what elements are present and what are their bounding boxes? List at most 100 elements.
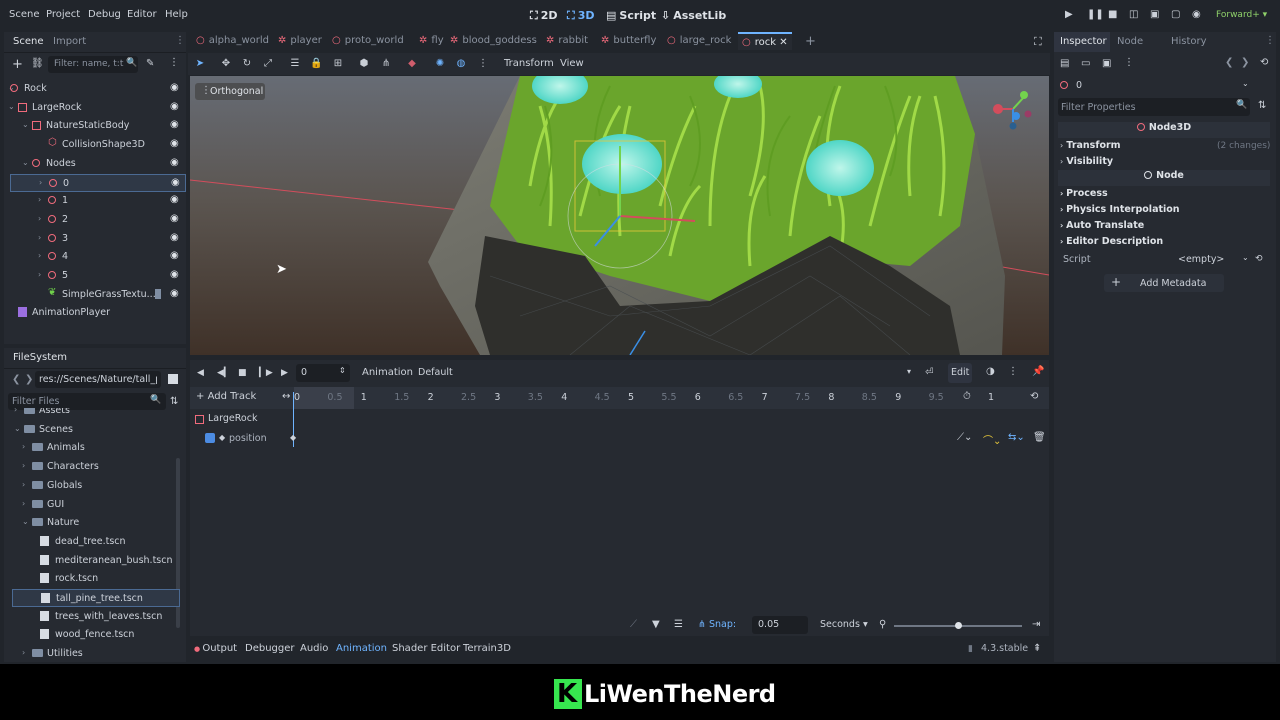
visibility-eye-icon[interactable]: ◉ bbox=[170, 288, 179, 299]
transform-menu[interactable]: Transform bbox=[504, 58, 554, 69]
folder-item[interactable]: › Globals bbox=[12, 477, 180, 495]
file-item[interactable]: wood_fence.tscn bbox=[12, 626, 180, 644]
chevron-icon[interactable]: ⌄ bbox=[8, 102, 15, 111]
snap-toggle[interactable]: ⋔ Snap: bbox=[698, 619, 736, 630]
unit-select[interactable]: Seconds ▾ bbox=[820, 619, 868, 630]
folder-item[interactable]: › Utilities bbox=[12, 645, 180, 660]
folder-item[interactable]: › Assets bbox=[12, 408, 180, 420]
chevron-icon[interactable]: › bbox=[22, 499, 25, 508]
scene-tree-item[interactable]: › 2 ◉ bbox=[10, 211, 186, 229]
back-icon[interactable]: ❮ bbox=[12, 374, 20, 385]
close-icon[interactable]: ✕ bbox=[776, 37, 787, 48]
section-transform[interactable]: › Transform (2 changes) bbox=[1060, 140, 1272, 154]
scene-tab[interactable]: ✲ fly bbox=[419, 35, 444, 53]
chevron-icon[interactable]: › bbox=[22, 648, 25, 657]
animation-length[interactable]: 1 bbox=[988, 392, 994, 403]
animation-select[interactable]: Default ▾ bbox=[413, 364, 917, 382]
workspace-3d[interactable]: ⛶ 3D bbox=[567, 9, 595, 23]
scene-tree-item[interactable]: › 0 ◉ bbox=[10, 173, 186, 192]
play-start-icon[interactable]: ▎▶ bbox=[259, 368, 273, 378]
bottom-tab-debugger[interactable]: Debugger bbox=[245, 643, 295, 654]
renderer-select[interactable]: Forward+ ▾ bbox=[1216, 10, 1267, 20]
scene-tree-item[interactable]: AnimationPlayer bbox=[10, 304, 186, 322]
scene-tab[interactable]: ○ proto_world bbox=[332, 35, 404, 53]
visibility-eye-icon[interactable]: ◉ bbox=[171, 177, 180, 188]
chevron-icon[interactable]: ⌄ bbox=[22, 517, 29, 526]
scene-tree-item[interactable]: ⌄ Nodes ◉ bbox=[10, 155, 186, 173]
script-value-field[interactable]: <empty> ⌄ bbox=[1172, 251, 1250, 268]
loop-icon[interactable]: ⟲ bbox=[1030, 391, 1038, 402]
update-mode-icon[interactable]: ⌒⌄ bbox=[983, 432, 1001, 447]
file-item[interactable]: mediteranean_bush.tscn bbox=[12, 552, 180, 570]
scene-tree-item[interactable]: ⌄ NatureStaticBody ◉ bbox=[10, 117, 186, 135]
frame-spinbox[interactable]: 0 ⇕ bbox=[296, 364, 350, 382]
tab-node[interactable]: Node bbox=[1117, 36, 1143, 47]
history-back-icon[interactable]: ❮ bbox=[1225, 57, 1233, 68]
bottom-tab-animation[interactable]: Animation bbox=[336, 643, 387, 654]
bottom-panel-pin-icon[interactable]: ⇞ bbox=[1033, 643, 1041, 654]
snap-value-field[interactable]: 0.05 bbox=[752, 616, 808, 634]
revert-script-icon[interactable]: ⟲ bbox=[1255, 254, 1263, 264]
chevron-icon[interactable]: › bbox=[22, 480, 25, 489]
scene-tab[interactable]: ○ alpha_world bbox=[196, 35, 269, 53]
workspace-assetlib[interactable]: ⇩ AssetLib bbox=[661, 9, 726, 22]
movie-maker-icon[interactable]: ◉ bbox=[1192, 9, 1201, 20]
onion-skin-icon[interactable]: ◑ bbox=[986, 366, 995, 377]
select-tool-icon[interactable]: ➤ bbox=[194, 58, 206, 70]
inspector-settings-icon[interactable]: ⇅ bbox=[1258, 100, 1266, 111]
inspector-dock-menu-icon[interactable]: ⋮ bbox=[1265, 35, 1275, 46]
new-resource-icon[interactable]: ▤ bbox=[1060, 58, 1069, 69]
rotate-tool-icon[interactable]: ↻ bbox=[241, 58, 253, 70]
anim-more-icon[interactable]: ⋮ bbox=[1008, 366, 1018, 377]
group-icon[interactable]: ⊞ bbox=[332, 58, 344, 70]
environment-toggle-icon[interactable]: ◍ bbox=[455, 58, 467, 70]
chevron-icon[interactable]: › bbox=[38, 214, 41, 223]
camera-icon[interactable]: ◆ bbox=[406, 58, 418, 70]
scene-tab[interactable]: ✲ butterfly bbox=[601, 35, 656, 53]
remote-debug-icon[interactable]: ◫ bbox=[1129, 9, 1138, 20]
scene-tree-item[interactable]: ⬡ CollisionShape3D ◉ bbox=[10, 136, 186, 154]
bottom-tab-terrain3d[interactable]: Terrain3D bbox=[463, 643, 511, 654]
play-backwards-start-icon[interactable]: ◀▎ bbox=[217, 368, 231, 378]
autoplay-icon[interactable]: ⏎ bbox=[925, 367, 933, 378]
visibility-eye-icon[interactable]: ◉ bbox=[170, 232, 179, 243]
chevron-icon[interactable]: ⌄ bbox=[14, 424, 21, 433]
folder-item[interactable]: ⌄ Scenes bbox=[12, 421, 180, 439]
visibility-eye-icon[interactable]: ◉ bbox=[170, 213, 179, 224]
menu-editor[interactable]: Editor bbox=[127, 9, 157, 20]
edit-button[interactable]: Edit bbox=[948, 363, 972, 383]
bottom-tab-output[interactable]: ● Output bbox=[194, 643, 237, 654]
resource-more-icon[interactable]: ⋮ bbox=[1124, 57, 1134, 68]
section-visibility[interactable]: › Visibility bbox=[1060, 156, 1272, 170]
chevron-icon[interactable]: › bbox=[14, 408, 17, 414]
viewport-more-icon[interactable]: ⋮ bbox=[477, 58, 489, 70]
add-metadata-button[interactable]: + Add Metadata bbox=[1104, 274, 1224, 292]
workspace-2d[interactable]: ⛶ 2D bbox=[530, 9, 558, 23]
visibility-eye-icon[interactable]: ◉ bbox=[170, 194, 179, 205]
scene-tree-item[interactable]: ❦ SimpleGrassTextu... ◉ bbox=[10, 286, 186, 304]
scene-tab[interactable]: ✲ rabbit bbox=[546, 35, 588, 53]
tab-inspector[interactable]: Inspector bbox=[1054, 32, 1110, 52]
scene-tree-item[interactable]: ⌄ Rock ◉ bbox=[8, 80, 186, 98]
scene-tree-item[interactable]: ⌄ LargeRock ◉ bbox=[8, 99, 186, 117]
tab-scene[interactable]: Scene bbox=[13, 36, 44, 47]
dock-menu-icon[interactable]: ⋮ bbox=[175, 35, 185, 46]
chevron-icon[interactable]: › bbox=[38, 251, 41, 260]
zoom-handle-icon[interactable]: ↔ bbox=[282, 391, 290, 402]
scene-tab[interactable]: ✲ blood_goddess bbox=[450, 35, 537, 53]
track-position[interactable]: ◆ position ◆ ⟋⌄ ⌒⌄ ⇆⌄ 🗑 bbox=[190, 429, 1049, 449]
pause-icon[interactable]: ❚❚ bbox=[1087, 9, 1104, 20]
section-auto-translate[interactable]: › Auto Translate bbox=[1060, 220, 1144, 231]
visibility-eye-icon[interactable]: ◉ bbox=[170, 101, 179, 112]
stop-icon[interactable]: ■ bbox=[1108, 9, 1117, 20]
scene-tree-menu-icon[interactable]: ⋮ bbox=[169, 57, 179, 68]
local-space-icon[interactable]: ⬢ bbox=[358, 58, 370, 70]
sun-toggle-icon[interactable]: ✺ bbox=[434, 58, 446, 70]
chevron-icon[interactable]: › bbox=[38, 195, 41, 204]
loop-wrap-icon[interactable]: ⇆⌄ bbox=[1008, 432, 1025, 443]
tab-history[interactable]: History bbox=[1171, 36, 1207, 47]
path-field[interactable]: res://Scenes/Nature/tall_pi bbox=[35, 371, 161, 388]
scene-tree-item[interactable]: › 3 ◉ bbox=[10, 230, 186, 248]
section-process[interactable]: › Process bbox=[1060, 188, 1108, 199]
visibility-eye-icon[interactable]: ◉ bbox=[170, 138, 179, 149]
